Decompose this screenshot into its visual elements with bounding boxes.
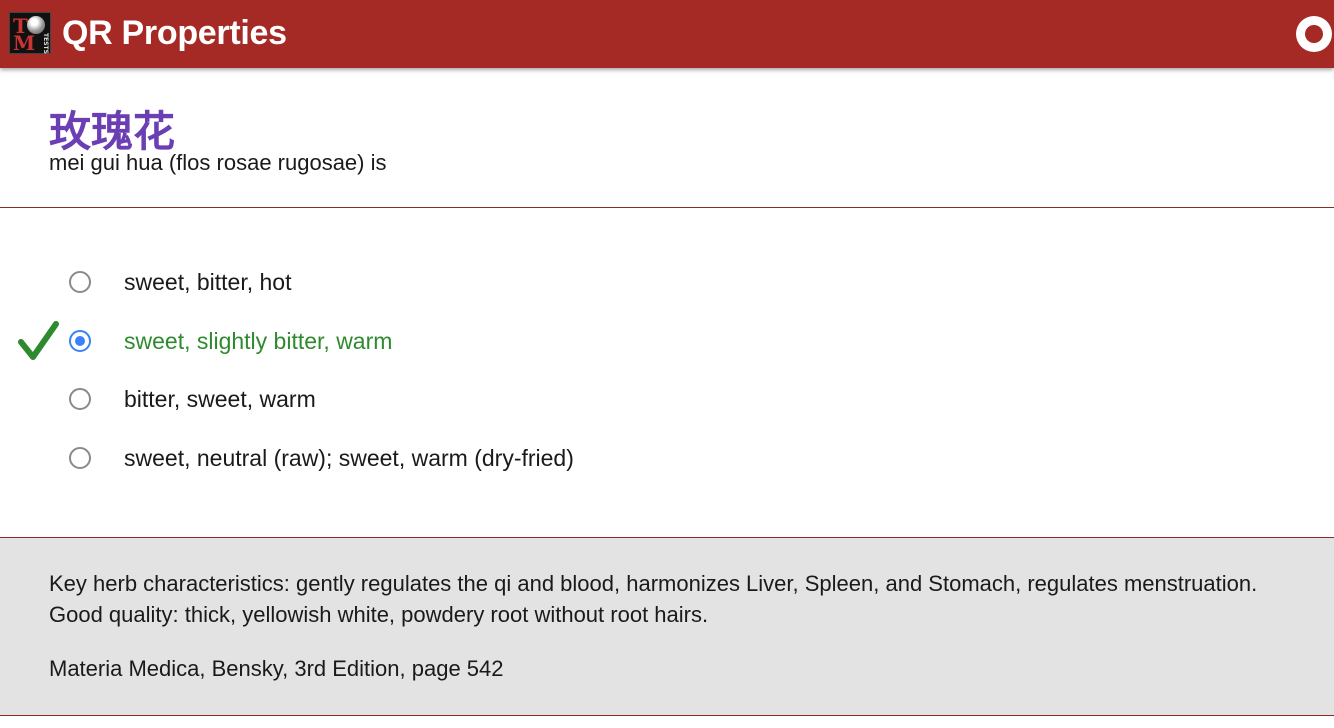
record-icon xyxy=(1305,25,1323,43)
question-prompt: mei gui hua (flos rosae rugosae) is xyxy=(49,150,387,175)
question-panel: 玫瑰花 mei gui hua (flos rosae rugosae) is xyxy=(0,68,1334,208)
explanation-text: Key herb characteristics: gently regulat… xyxy=(49,571,1258,627)
answer-list: sweet, bitter, hot sweet, slightly bitte… xyxy=(0,209,1334,537)
page-title: QR Properties xyxy=(62,14,287,52)
answer-label: sweet, neutral (raw); sweet, warm (dry-f… xyxy=(124,445,574,471)
answer-label: sweet, bitter, hot xyxy=(124,269,292,295)
explanation-panel: Key herb characteristics: gently regulat… xyxy=(0,537,1334,716)
answer-label: sweet, slightly bitter, warm xyxy=(124,328,393,354)
radio-button[interactable] xyxy=(69,447,91,469)
app-logo: T M TESTS xyxy=(9,12,51,55)
app-header: T M TESTS QR Properties xyxy=(0,0,1334,68)
radio-button[interactable] xyxy=(69,271,91,293)
checkmark-icon xyxy=(18,321,59,360)
record-button[interactable] xyxy=(1296,16,1332,52)
answer-option-3[interactable]: bitter, sweet, warm xyxy=(0,374,1334,424)
answer-option-4[interactable]: sweet, neutral (raw); sweet, warm (dry-f… xyxy=(0,433,1334,483)
answer-label: bitter, sweet, warm xyxy=(124,386,316,412)
answer-option-1[interactable]: sweet, bitter, hot xyxy=(0,257,1334,307)
answer-option-2[interactable]: sweet, slightly bitter, warm xyxy=(0,316,1334,366)
radio-button[interactable] xyxy=(69,388,91,410)
radio-button-selected[interactable] xyxy=(69,330,91,352)
reference-citation: Materia Medica, Bensky, 3rd Edition, pag… xyxy=(49,656,504,681)
